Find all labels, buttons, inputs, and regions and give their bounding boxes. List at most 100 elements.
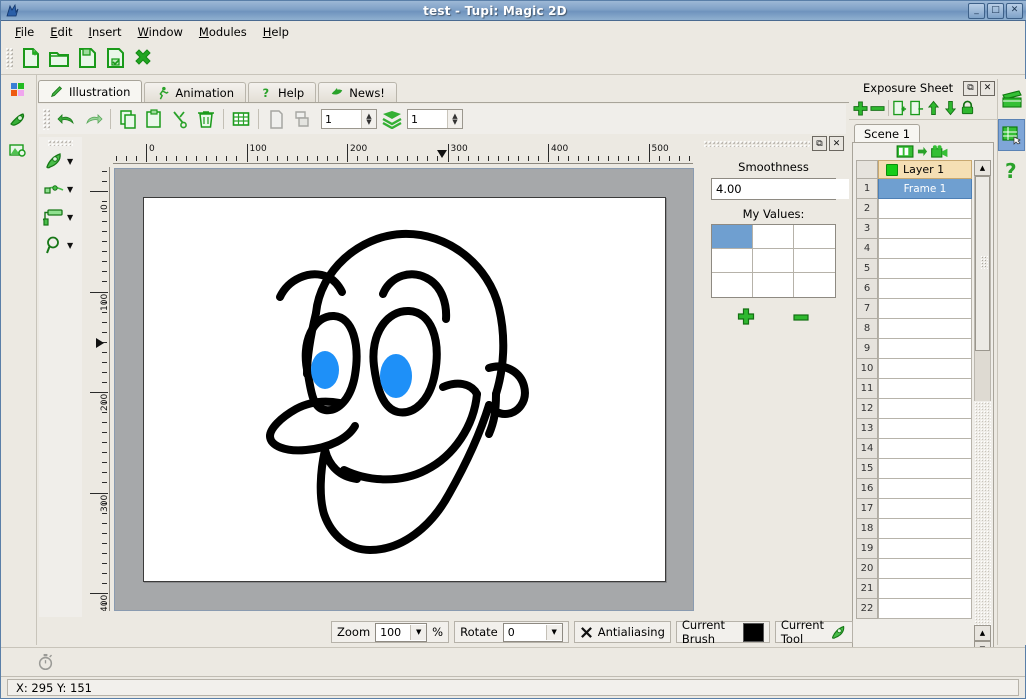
frame-row-number[interactable]: 22 bbox=[856, 599, 878, 619]
grid-icon[interactable] bbox=[228, 106, 254, 132]
help-module-icon[interactable]: ? bbox=[998, 155, 1025, 187]
current-brush-group[interactable]: Current Brush bbox=[676, 621, 770, 643]
my-values-cell[interactable] bbox=[794, 225, 835, 249]
frame-cell-selected[interactable]: Frame 1 bbox=[878, 179, 972, 199]
frame-row-number[interactable]: 7 bbox=[856, 299, 878, 319]
color-palette-icon[interactable] bbox=[1, 75, 35, 105]
frame-row-number[interactable]: 18 bbox=[856, 519, 878, 539]
frame-row-number[interactable]: 11 bbox=[856, 379, 878, 399]
frame-cell[interactable] bbox=[878, 439, 972, 459]
illustration-toolbar-grip[interactable] bbox=[42, 108, 51, 130]
menu-file[interactable]: File bbox=[7, 23, 42, 41]
tool-palette-grip[interactable] bbox=[47, 139, 73, 146]
maximize-button[interactable]: □ bbox=[987, 3, 1004, 19]
exposure-sheet-scrollbar[interactable]: ▲ ▲ ▼ bbox=[974, 160, 991, 657]
scene-tab-1[interactable]: Scene 1 bbox=[854, 124, 920, 142]
paste-icon[interactable] bbox=[141, 106, 167, 132]
add-frame-icon[interactable] bbox=[852, 99, 869, 117]
frame-cell[interactable] bbox=[878, 419, 972, 439]
tab-news[interactable]: News! bbox=[318, 82, 397, 103]
brushes-icon[interactable] bbox=[1, 105, 35, 135]
animation-module-icon[interactable] bbox=[998, 83, 1025, 115]
frame-cell[interactable] bbox=[878, 359, 972, 379]
menu-modules[interactable]: Modules bbox=[191, 23, 255, 41]
fill-tool[interactable]: ▼ bbox=[39, 203, 82, 231]
frame-cell[interactable] bbox=[878, 579, 972, 599]
menu-window[interactable]: Window bbox=[130, 23, 191, 41]
cut-icon[interactable] bbox=[167, 106, 193, 132]
frame-cell[interactable] bbox=[878, 479, 972, 499]
redo-icon[interactable] bbox=[80, 106, 106, 132]
onion-skin-icon[interactable] bbox=[289, 106, 315, 132]
next-frames-spin[interactable]: ▲▼ bbox=[407, 109, 463, 129]
add-value-icon[interactable] bbox=[737, 308, 755, 326]
frame-row-number[interactable]: 4 bbox=[856, 239, 878, 259]
my-values-cell[interactable] bbox=[794, 249, 835, 273]
zoom-chevron-down-icon[interactable]: ▼ bbox=[410, 625, 426, 640]
lock-layer-icon[interactable] bbox=[959, 99, 976, 117]
zoom-combobox[interactable]: 100 ▼ bbox=[375, 623, 427, 642]
layer-visibility-icon[interactable] bbox=[886, 164, 898, 176]
scroll-thumb[interactable] bbox=[975, 176, 990, 351]
add-layer-icon[interactable] bbox=[891, 99, 908, 117]
close-panel-button[interactable]: ✕ bbox=[829, 136, 844, 151]
my-values-cell[interactable] bbox=[712, 273, 753, 297]
frame-row-number[interactable]: 5 bbox=[856, 259, 878, 279]
new-project-icon[interactable] bbox=[17, 44, 45, 72]
menu-insert[interactable]: Insert bbox=[81, 23, 130, 41]
my-values-cell[interactable] bbox=[753, 225, 794, 249]
close-exposure-sheet-button[interactable]: ✕ bbox=[980, 81, 995, 96]
stopwatch-icon[interactable] bbox=[37, 653, 54, 671]
frame-row-number[interactable]: 14 bbox=[856, 439, 878, 459]
remove-layer-icon[interactable] bbox=[908, 99, 925, 117]
rotate-combobox[interactable]: 0 ▼ bbox=[503, 623, 563, 642]
vertical-ruler[interactable]: 0100200300400 bbox=[89, 167, 110, 611]
zoom-tool-chevron-down-icon[interactable]: ▼ bbox=[67, 241, 73, 250]
my-values-cell[interactable] bbox=[753, 273, 794, 297]
move-layer-up-icon[interactable] bbox=[925, 99, 942, 117]
my-values-grid[interactable] bbox=[711, 224, 836, 298]
scroll-up-button[interactable]: ▲ bbox=[974, 160, 991, 176]
rotate-chevron-down-icon[interactable]: ▼ bbox=[546, 625, 562, 640]
frame-row-number[interactable]: 19 bbox=[856, 539, 878, 559]
check-x-icon[interactable] bbox=[580, 626, 593, 639]
library-icon[interactable] bbox=[1, 135, 35, 165]
frame-row-number[interactable]: 17 bbox=[856, 499, 878, 519]
frame-cell[interactable] bbox=[878, 539, 972, 559]
frame-cell[interactable] bbox=[878, 239, 972, 259]
remove-value-icon[interactable] bbox=[792, 308, 810, 326]
delete-icon[interactable] bbox=[193, 106, 219, 132]
page-icon[interactable] bbox=[263, 106, 289, 132]
float-exposure-sheet-button[interactable]: ⧉ bbox=[963, 81, 978, 96]
zoom-tool[interactable]: ▼ bbox=[39, 231, 82, 259]
toolbar-grip[interactable] bbox=[5, 47, 14, 69]
smoothness-input[interactable] bbox=[712, 179, 864, 199]
smoothness-spinbox[interactable]: ▲▼ bbox=[711, 178, 836, 200]
menu-edit[interactable]: Edit bbox=[42, 23, 80, 41]
frame-row-number[interactable]: 16 bbox=[856, 479, 878, 499]
frame-cell[interactable] bbox=[878, 259, 972, 279]
frame-row-number[interactable]: 6 bbox=[856, 279, 878, 299]
open-project-icon[interactable] bbox=[45, 44, 73, 72]
my-values-cell[interactable] bbox=[794, 273, 835, 297]
frame-cell[interactable] bbox=[878, 219, 972, 239]
camera-icon[interactable] bbox=[930, 145, 950, 158]
next-frames-input[interactable] bbox=[408, 110, 447, 128]
previous-frames-spin[interactable]: ▲▼ bbox=[321, 109, 377, 129]
frame-row-number[interactable]: 8 bbox=[856, 319, 878, 339]
tool-options-panel-grip[interactable] bbox=[703, 140, 810, 147]
scroll-up-button-2[interactable]: ▲ bbox=[974, 625, 991, 641]
exposure-sheet-module-icon[interactable] bbox=[998, 119, 1025, 151]
frame-row-number[interactable]: 13 bbox=[856, 419, 878, 439]
save-as-icon[interactable] bbox=[101, 44, 129, 72]
drawing-canvas-area[interactable] bbox=[114, 168, 694, 611]
frame-cell[interactable] bbox=[878, 599, 972, 619]
frame-row-number[interactable]: 3 bbox=[856, 219, 878, 239]
canvas-paper[interactable] bbox=[143, 197, 666, 582]
remove-frame-icon[interactable] bbox=[869, 99, 886, 117]
tab-help[interactable]: ? Help bbox=[248, 82, 316, 103]
tab-animation[interactable]: Animation bbox=[144, 82, 246, 103]
float-panel-button[interactable]: ⧉ bbox=[812, 136, 827, 151]
next-frames-arrows[interactable]: ▲▼ bbox=[447, 110, 462, 128]
close-button[interactable]: ✕ bbox=[1006, 3, 1023, 19]
